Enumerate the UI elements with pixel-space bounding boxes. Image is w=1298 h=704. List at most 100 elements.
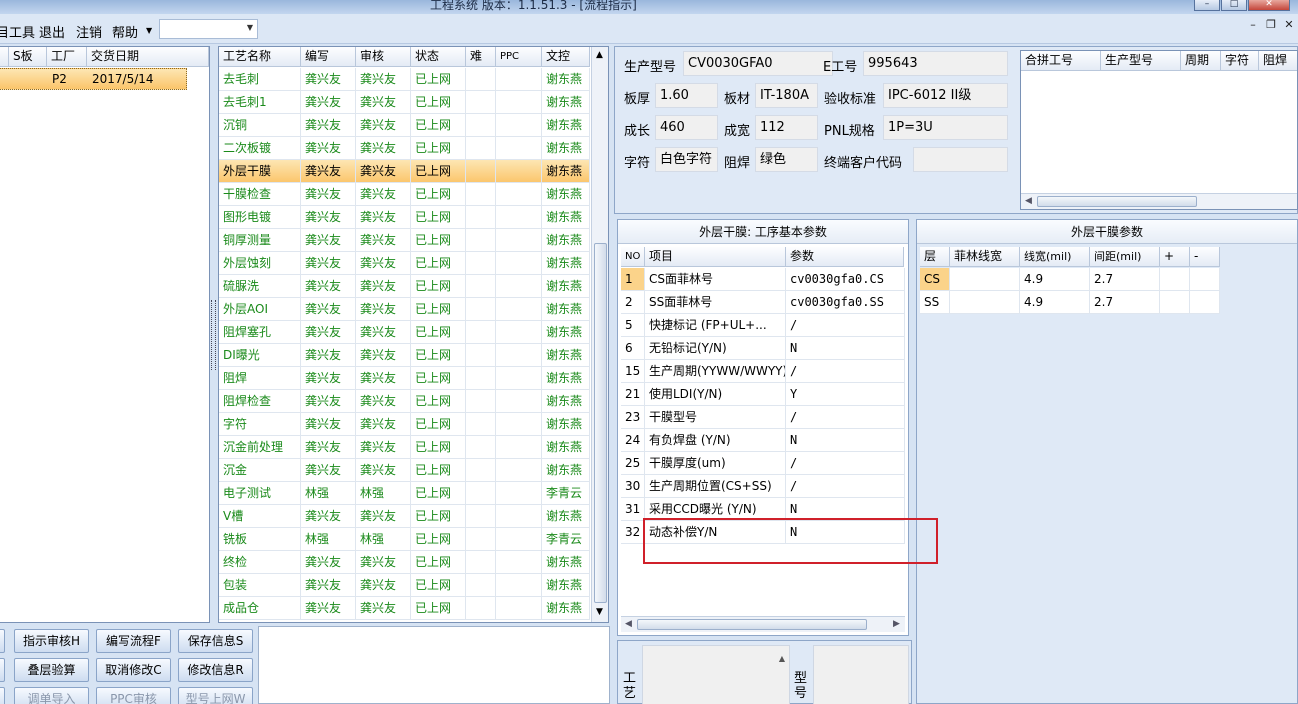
- minimize-icon[interactable]: –: [1194, 0, 1220, 11]
- scroll-down-icon[interactable]: ▼: [596, 607, 603, 617]
- scroll-left-icon[interactable]: ◀: [625, 619, 632, 629]
- param-cell[interactable]: /: [786, 314, 905, 337]
- table-row[interactable]: 铣板 林强 林强 已上网 李青云: [219, 528, 590, 551]
- col-process-name[interactable]: 工艺名称: [219, 47, 301, 67]
- col-difficulty[interactable]: 难: [466, 47, 496, 67]
- table-row[interactable]: 21 使用LDI(Y/N) Y: [621, 383, 905, 406]
- param-cell[interactable]: cv0030gfa0.CS: [786, 268, 905, 291]
- gap-cell[interactable]: 2.7: [1090, 268, 1160, 291]
- col-merge-mask[interactable]: 阻焊: [1259, 51, 1297, 71]
- param-cell[interactable]: N: [786, 521, 905, 544]
- menu-exit[interactable]: 退出: [39, 22, 65, 41]
- col-s-board[interactable]: S板: [9, 47, 47, 67]
- col-merge-job[interactable]: 合拼工号: [1021, 51, 1101, 71]
- import-order-button[interactable]: 调单导入: [14, 687, 89, 704]
- mdi-restore-icon[interactable]: ❐: [1262, 18, 1280, 31]
- table-row[interactable]: 外层干膜 龚兴友 龚兴友 已上网 谢东燕: [219, 160, 590, 183]
- scroll-up-icon[interactable]: ▲: [779, 654, 785, 663]
- col-film-width[interactable]: 菲林线宽: [950, 247, 1020, 267]
- table-row[interactable]: 字符 龚兴友 龚兴友 已上网 谢东燕: [219, 413, 590, 436]
- cancel-edit-button[interactable]: 取消修改C: [96, 658, 171, 682]
- notes-area[interactable]: [258, 626, 610, 704]
- film-width-cell[interactable]: [950, 268, 1020, 291]
- table-row[interactable]: 25 干膜厚度(um) /: [621, 452, 905, 475]
- scroll-right-icon[interactable]: ▶: [893, 619, 900, 629]
- table-row[interactable]: 去毛刺1 龚兴友 龚兴友 已上网 谢东燕: [219, 91, 590, 114]
- table-row[interactable]: 铜厚测量 龚兴友 龚兴友 已上网 谢东燕: [219, 229, 590, 252]
- param-cell[interactable]: /: [786, 360, 905, 383]
- button-hidden-1[interactable]: [0, 629, 5, 653]
- table-row[interactable]: 图形电镀 龚兴友 龚兴友 已上网 谢东燕: [219, 206, 590, 229]
- model-field-bottom[interactable]: [813, 645, 909, 704]
- maximize-icon[interactable]: □: [1221, 0, 1247, 11]
- param-cell[interactable]: N: [786, 337, 905, 360]
- thickness-field[interactable]: 1.60: [655, 83, 718, 108]
- col-status[interactable]: 状态: [411, 47, 466, 67]
- table-row[interactable]: 包装 龚兴友 龚兴友 已上网 谢东燕: [219, 574, 590, 597]
- param-cell[interactable]: N: [786, 498, 905, 521]
- minus-cell[interactable]: [1190, 268, 1220, 291]
- menu-help[interactable]: 帮助: [112, 22, 138, 41]
- table-row[interactable]: 硫脲洗 龚兴友 龚兴友 已上网 谢东燕: [219, 275, 590, 298]
- param-cell[interactable]: N: [786, 429, 905, 452]
- col-minus[interactable]: -: [1190, 247, 1220, 267]
- table-row[interactable]: 32 动态补偿Y/N N: [621, 521, 905, 544]
- layer-cell[interactable]: SS: [920, 291, 950, 314]
- toolbar-combo[interactable]: ▼: [159, 19, 258, 39]
- table-row[interactable]: SS 4.9 2.7: [920, 291, 1220, 314]
- table-row[interactable]: 1 CS面菲林号 cv0030gfa0.CS: [621, 268, 905, 291]
- table-row[interactable]: 2 SS面菲林号 cv0030gfa0.SS: [621, 291, 905, 314]
- line-width-cell[interactable]: 4.9: [1020, 291, 1090, 314]
- horizontal-scrollbar[interactable]: ◀ ▶: [621, 616, 905, 632]
- scroll-left-icon[interactable]: ◀: [1025, 196, 1032, 206]
- table-row[interactable]: 15 生产周期(YYWW/WWYY) /: [621, 360, 905, 383]
- col-line-width[interactable]: 线宽(mil): [1020, 247, 1090, 267]
- table-row[interactable]: 6 无铅标记(Y/N) N: [621, 337, 905, 360]
- param-cell[interactable]: cv0030gfa0.SS: [786, 291, 905, 314]
- table-row[interactable]: 外层AOI 龚兴友 龚兴友 已上网 谢东燕: [219, 298, 590, 321]
- col-layer[interactable]: 层: [920, 247, 950, 267]
- table-row[interactable]: 沉金 龚兴友 龚兴友 已上网 谢东燕: [219, 459, 590, 482]
- model-field[interactable]: CV0030GFA0: [683, 51, 833, 76]
- ppc-review-button[interactable]: PPC审核: [96, 687, 171, 704]
- table-row[interactable]: 30 生产周期位置(CS+SS) /: [621, 475, 905, 498]
- button-hidden-2[interactable]: [0, 658, 5, 682]
- pnl-field[interactable]: 1P=3U: [883, 115, 1008, 140]
- model-online-button[interactable]: 型号上网W: [178, 687, 253, 704]
- col-delivery-date[interactable]: 交货日期: [87, 47, 209, 67]
- scroll-thumb[interactable]: [594, 243, 607, 603]
- table-row[interactable]: 去毛刺 龚兴友 龚兴友 已上网 谢东燕: [219, 68, 590, 91]
- param-cell[interactable]: Y: [786, 383, 905, 406]
- minus-cell[interactable]: [1190, 291, 1220, 314]
- col-merge-model[interactable]: 生产型号: [1101, 51, 1181, 71]
- approve-instruction-button[interactable]: 指示审核H: [14, 629, 89, 653]
- eng-field[interactable]: 995643: [863, 51, 1008, 76]
- col-gap[interactable]: 间距(mil): [1090, 247, 1160, 267]
- table-row[interactable]: 阻焊 龚兴友 龚兴友 已上网 谢东燕: [219, 367, 590, 390]
- col-no[interactable]: NO: [621, 247, 645, 267]
- mdi-close-icon[interactable]: ✕: [1280, 18, 1298, 31]
- edit-info-button[interactable]: 修改信息R: [178, 658, 253, 682]
- col-ppc[interactable]: PPC: [496, 47, 542, 67]
- col-factory[interactable]: 工厂: [47, 47, 87, 67]
- table-row[interactable]: 沉铜 龚兴友 龚兴友 已上网 谢东燕: [219, 114, 590, 137]
- vertical-scrollbar[interactable]: ▲ ▼: [591, 47, 608, 622]
- table-row[interactable]: 23 干膜型号 /: [621, 406, 905, 429]
- table-row[interactable]: 24 有负焊盘 (Y/N) N: [621, 429, 905, 452]
- plus-cell[interactable]: [1160, 268, 1190, 291]
- mask-field[interactable]: 绿色: [755, 147, 818, 172]
- plus-cell[interactable]: [1160, 291, 1190, 314]
- mdi-minimize-icon[interactable]: –: [1244, 18, 1262, 31]
- menu-logout[interactable]: 注销: [76, 22, 102, 41]
- col-item[interactable]: 项目: [645, 247, 786, 267]
- horizontal-scrollbar[interactable]: ◀: [1021, 193, 1297, 209]
- close-icon[interactable]: ✕: [1248, 0, 1290, 11]
- standard-field[interactable]: IPC-6012 II级: [883, 83, 1008, 108]
- table-row[interactable]: 干膜检查 龚兴友 龚兴友 已上网 谢东燕: [219, 183, 590, 206]
- col-reviewer[interactable]: 审核: [356, 47, 411, 67]
- table-row[interactable]: 阻焊塞孔 龚兴友 龚兴友 已上网 谢东燕: [219, 321, 590, 344]
- col-merge-char[interactable]: 字符: [1221, 51, 1259, 71]
- menu-tools[interactable]: 目工具: [0, 22, 35, 41]
- menu-help-dropdown-icon[interactable]: ▼: [146, 26, 152, 35]
- table-row[interactable]: 二次板镀 龚兴友 龚兴友 已上网 谢东燕: [219, 137, 590, 160]
